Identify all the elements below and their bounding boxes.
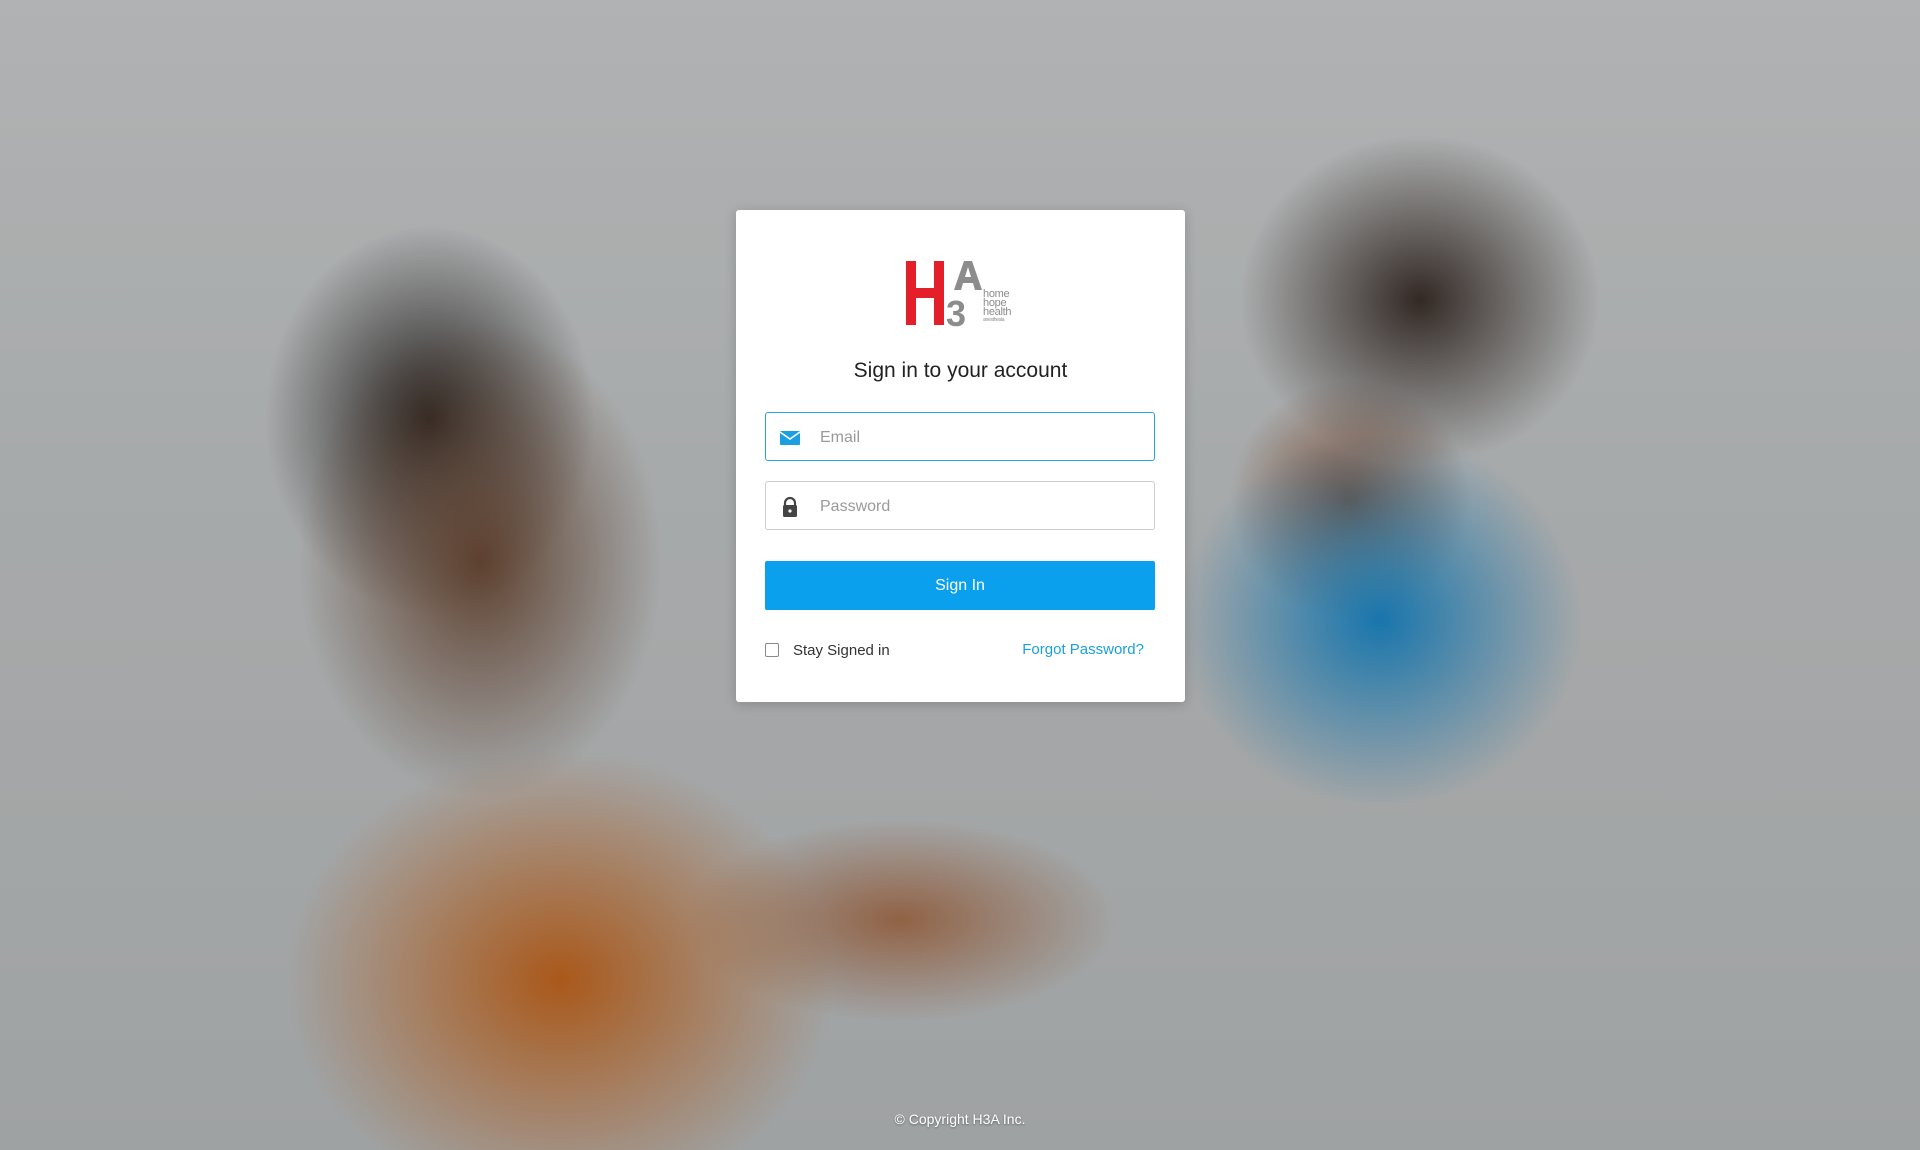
- copyright-footer: © Copyright H3A Inc.: [894, 1111, 1026, 1127]
- logo-tagline: home hope health anesthesia: [983, 289, 1012, 324]
- logo-tagline-line-3: health: [983, 306, 1012, 318]
- stay-signed-in[interactable]: Stay Signed in: [765, 640, 890, 660]
- password-field[interactable]: [765, 481, 1155, 531]
- envelope-icon: [778, 426, 802, 450]
- email-field[interactable]: [765, 412, 1155, 462]
- page-title: Sign in to your account: [853, 359, 1068, 382]
- lock-icon: [778, 495, 802, 519]
- stay-signed-in-label[interactable]: Stay Signed in: [793, 642, 890, 659]
- svg-text:3: 3: [946, 293, 966, 328]
- email-input[interactable]: [818, 413, 1142, 462]
- login-card: 3 home hope health anesthesia Sign in to…: [736, 210, 1185, 702]
- forgot-password-link[interactable]: Forgot Password?: [1022, 640, 1144, 660]
- h3a-logo: 3 home hope health anesthesia: [906, 258, 1026, 334]
- stay-signed-in-checkbox[interactable]: [765, 643, 779, 657]
- password-input[interactable]: [818, 482, 1142, 531]
- sign-in-button[interactable]: Sign In: [765, 561, 1155, 610]
